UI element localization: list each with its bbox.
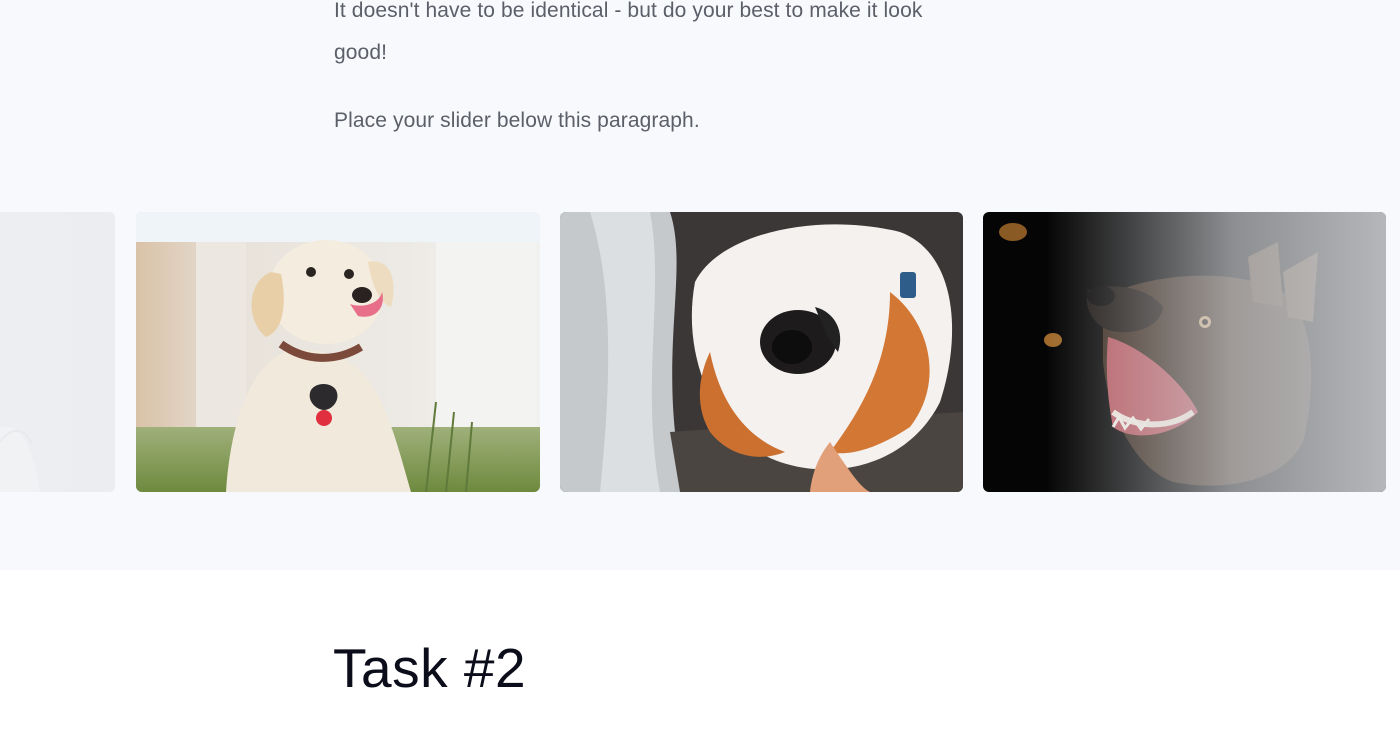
slide-edge-fade <box>0 212 115 492</box>
task-section: Task #2 <box>0 570 1400 742</box>
slide-german-shepherd[interactable] <box>983 212 1386 492</box>
slide-white-dog[interactable] <box>0 212 115 492</box>
slide-edge-fade <box>1046 212 1386 492</box>
slide-corgi[interactable] <box>560 212 963 492</box>
image-slider[interactable] <box>0 212 1400 492</box>
intro-text: It doesn't have to be identical - but do… <box>334 0 974 142</box>
slide-labrador-puppy[interactable] <box>136 212 540 492</box>
intro-section: It doesn't have to be identical - but do… <box>0 0 1400 570</box>
labrador-puppy-image <box>136 212 540 492</box>
instruction-paragraph: It doesn't have to be identical - but do… <box>334 0 923 64</box>
corgi-image <box>560 212 963 492</box>
task-heading: Task #2 <box>333 637 527 699</box>
slider-placement-paragraph: Place your slider below this paragraph. <box>334 109 700 132</box>
